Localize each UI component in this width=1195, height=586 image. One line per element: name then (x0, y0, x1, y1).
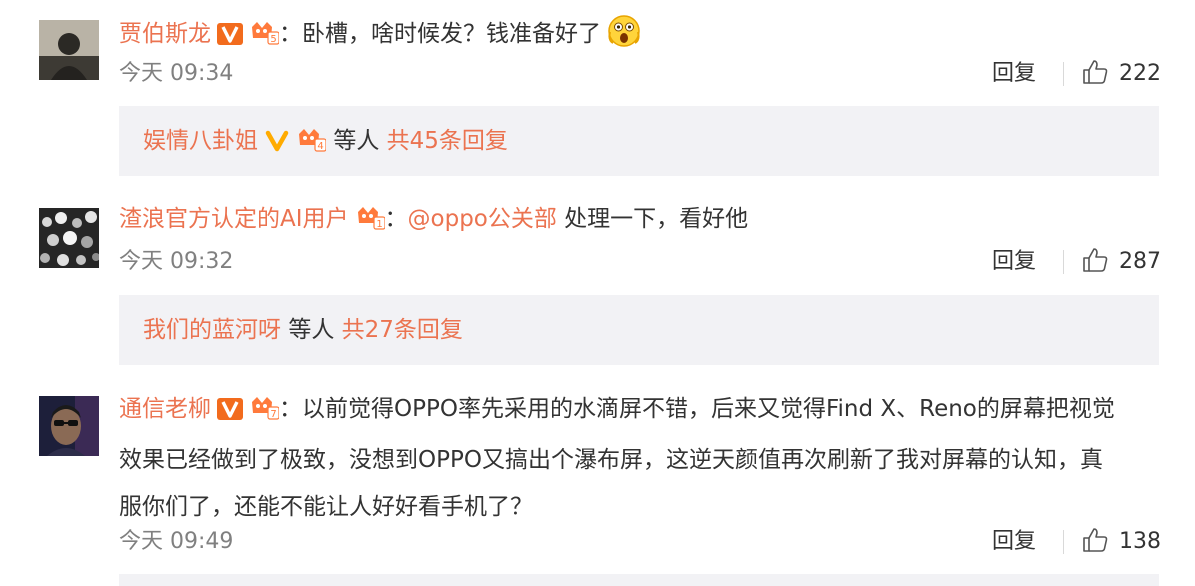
vip-level-number: 7 (270, 409, 276, 420)
like-button[interactable]: 287 (1081, 248, 1161, 276)
like-count: 138 (1119, 529, 1161, 554)
like-count: 287 (1119, 249, 1161, 274)
action-divider (1063, 250, 1064, 274)
others-label: 等人 (288, 317, 335, 343)
sub-replies-box[interactable]: 娱情八卦姐 4 等人 共45条回复 (119, 106, 1159, 176)
view-replies-link[interactable]: 共27条回复 (342, 317, 463, 343)
sub-replies-summary: 我们的蓝河呀 等人 共27条回复 (143, 315, 463, 345)
verified-v-orange-icon[interactable] (217, 23, 243, 53)
comment-text: 处理一下，看好他 (556, 206, 749, 232)
comment-header: 渣浪官方认定的AI用户 1 ：@oppo公关部 处理一下，看好他 (119, 204, 748, 238)
avatar[interactable] (39, 20, 99, 80)
sub-reply-username[interactable]: 我们的蓝河呀 (143, 317, 281, 343)
avatar[interactable] (39, 396, 99, 456)
reply-button[interactable]: 回复 (992, 528, 1036, 556)
action-divider (1063, 530, 1064, 554)
timestamp: 今天 09:32 (119, 249, 234, 274)
vip-crown-icon[interactable]: 4 (296, 126, 327, 160)
comment-separator: ： (279, 396, 302, 422)
timestamp: 今天 09:34 (119, 61, 234, 86)
thumbs-up-icon (1081, 58, 1109, 90)
action-divider (1063, 62, 1064, 86)
username-link[interactable]: 渣浪官方认定的AI用户 (119, 206, 349, 232)
comment-separator: ： (384, 206, 408, 232)
avatar[interactable] (39, 208, 99, 268)
sub-replies-box[interactable] (119, 574, 1159, 586)
comment-text-line-1: 以前觉得OPPO率先采用的水滴屏不错，后来又觉得Find X、Reno的屏幕把视… (302, 396, 1115, 422)
vip-crown-icon[interactable]: 7 (249, 390, 280, 437)
others-label: 等人 (333, 128, 380, 154)
username-link[interactable]: 通信老柳 (119, 396, 211, 422)
vip-crown-icon[interactable]: 5 (249, 19, 280, 53)
vip-level-number: 4 (317, 141, 323, 152)
comment-separator: ： (279, 21, 302, 47)
mention-link[interactable]: @oppo公关部 (408, 206, 557, 232)
sub-reply-username[interactable]: 娱情八卦姐 (143, 128, 258, 154)
thumbs-up-icon (1081, 246, 1109, 278)
verified-v-yellow-icon[interactable] (264, 130, 290, 160)
sub-replies-box[interactable]: 我们的蓝河呀 等人 共27条回复 (119, 295, 1159, 365)
thumbs-up-icon (1081, 526, 1109, 558)
username-link[interactable]: 贾伯斯龙 (119, 21, 211, 47)
like-button[interactable]: 138 (1081, 528, 1161, 556)
verified-v-orange-icon[interactable] (217, 390, 243, 437)
shocked-face-emoji (607, 14, 641, 56)
view-replies-link[interactable]: 共45条回复 (387, 128, 508, 154)
comment-text-line-2: 效果已经做到了极致，没想到OPPO又搞出个瀑布屏，这逆天颜值再次刷新了我对屏幕的… (119, 447, 1103, 473)
like-button[interactable]: 222 (1081, 60, 1161, 88)
comment-body: 通信老柳 7 ：以前觉得OPPO率先采用的水滴屏不错，后来又觉得Find X、Ren… (119, 386, 1159, 531)
comment-header: 贾伯斯龙 5 ：卧槽，啥时候发？钱准备好了 (119, 14, 641, 56)
comment-line: 通信老柳 7 ：以前觉得OPPO率先采用的水滴屏不错，后来又觉得Find X、Ren… (119, 386, 1159, 437)
comment-text: 卧槽，啥时候发？钱准备好了 (302, 21, 601, 47)
vip-level-number: 1 (376, 219, 382, 230)
like-count: 222 (1119, 61, 1161, 86)
comment-text-line-3: 服你们了，还能不能让人好好看手机了？ (119, 494, 533, 520)
vip-crown-icon[interactable]: 1 (355, 204, 386, 238)
vip-level-number: 5 (270, 34, 276, 45)
reply-button[interactable]: 回复 (992, 60, 1036, 88)
sub-replies-summary: 娱情八卦姐 4 等人 共45条回复 (143, 126, 508, 160)
reply-button[interactable]: 回复 (992, 248, 1036, 276)
timestamp: 今天 09:49 (119, 529, 234, 554)
